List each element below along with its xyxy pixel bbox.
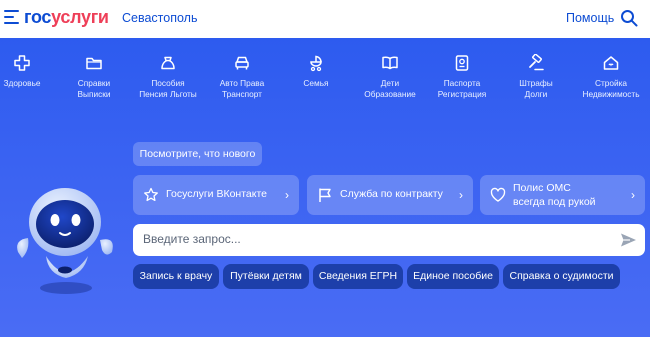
card-subtitle: всегда под рукой <box>513 196 596 208</box>
book-icon <box>382 56 398 70</box>
category-label: Справки <box>77 78 111 88</box>
card-title: Полис ОМС <box>513 182 571 194</box>
gavel-icon <box>529 54 544 71</box>
chip-doctor-appointment[interactable]: Запись к врачу <box>133 264 219 289</box>
category-fines[interactable]: Штрафы Долги <box>498 54 574 99</box>
category-health[interactable]: Здоровье <box>0 54 60 89</box>
card-vk[interactable]: Госуслуги ВКонтакте › <box>133 175 299 215</box>
search-field[interactable]: Введите запрос... <box>133 224 645 256</box>
category-sublabel: Регистрация <box>437 88 487 99</box>
stroller-icon <box>310 55 322 72</box>
folder-icon <box>86 57 102 70</box>
category-label: Штрафы <box>519 78 553 88</box>
category-label: Стройка <box>594 78 628 88</box>
category-label: Дети <box>380 78 400 88</box>
category-sublabel: Пенсия Льготы <box>139 88 197 99</box>
heart-icon <box>490 187 506 202</box>
category-label: Пособия <box>151 78 185 88</box>
card-title: Служба по контракту <box>340 188 443 200</box>
chip-single-benefit[interactable]: Единое пособие <box>407 264 499 289</box>
search-placeholder: Введите запрос... <box>143 232 241 246</box>
category-construction[interactable]: Стройка Недвижимость <box>573 54 649 99</box>
category-label: Авто Права <box>219 78 265 88</box>
city-selector[interactable]: Севастополь <box>122 11 197 25</box>
help-link[interactable]: Помощь <box>566 11 614 25</box>
chevron-right-icon: › <box>285 188 289 202</box>
hamburger-icon[interactable] <box>4 10 19 24</box>
category-sublabel: Долги <box>524 88 548 99</box>
chevron-right-icon: › <box>631 188 635 202</box>
search-icon[interactable] <box>620 9 638 27</box>
top-bar: госуслуги Севастополь Помощь <box>0 0 650 38</box>
flag-icon <box>319 188 331 202</box>
send-icon[interactable] <box>620 232 637 248</box>
benefits-icon <box>161 56 175 70</box>
house-icon <box>603 56 619 70</box>
card-title: Госуслуги ВКонтакте <box>166 188 267 200</box>
category-auto[interactable]: Авто Права Транспорт <box>204 54 280 99</box>
category-certificates[interactable]: Справки Выписки <box>56 54 132 99</box>
category-sublabel: Выписки <box>77 88 111 99</box>
brand-part-2: услуги <box>51 7 109 27</box>
card-contract-service[interactable]: Служба по контракту › <box>307 175 473 215</box>
robot-assistant-icon[interactable] <box>8 178 126 298</box>
car-icon <box>235 56 249 70</box>
chip-children-trips[interactable]: Путёвки детям <box>223 264 309 289</box>
category-sublabel: Недвижимость <box>582 88 640 99</box>
brand-part-1: гос <box>24 7 52 27</box>
star-icon <box>144 187 158 202</box>
chip-criminal-record[interactable]: Справка о судимости <box>503 264 620 289</box>
chip-egrn[interactable]: Сведения ЕГРН <box>313 264 403 289</box>
card-text: Полис ОМС всегда под рукой <box>513 181 596 209</box>
chevron-right-icon: › <box>459 188 463 202</box>
hero-section: Здоровье Справки Выписки Пособия Пенсия … <box>0 38 650 337</box>
passport-icon <box>455 55 469 71</box>
category-sublabel: Образование <box>364 88 416 99</box>
brand-logo[interactable]: госуслуги <box>24 7 109 28</box>
category-label: Семья <box>303 78 329 88</box>
category-benefits[interactable]: Пособия Пенсия Льготы <box>130 54 206 99</box>
category-label: Паспорта <box>443 78 481 88</box>
health-icon <box>14 55 30 71</box>
category-sublabel: Транспорт <box>222 88 262 99</box>
category-label: Здоровье <box>3 78 41 88</box>
card-oms[interactable]: Полис ОМС всегда под рукой › <box>480 175 645 215</box>
whats-new-button[interactable]: Посмотрите, что нового <box>133 142 262 166</box>
category-children[interactable]: Дети Образование <box>352 54 428 99</box>
category-family[interactable]: Семья <box>278 54 354 89</box>
category-passports[interactable]: Паспорта Регистрация <box>424 54 500 99</box>
